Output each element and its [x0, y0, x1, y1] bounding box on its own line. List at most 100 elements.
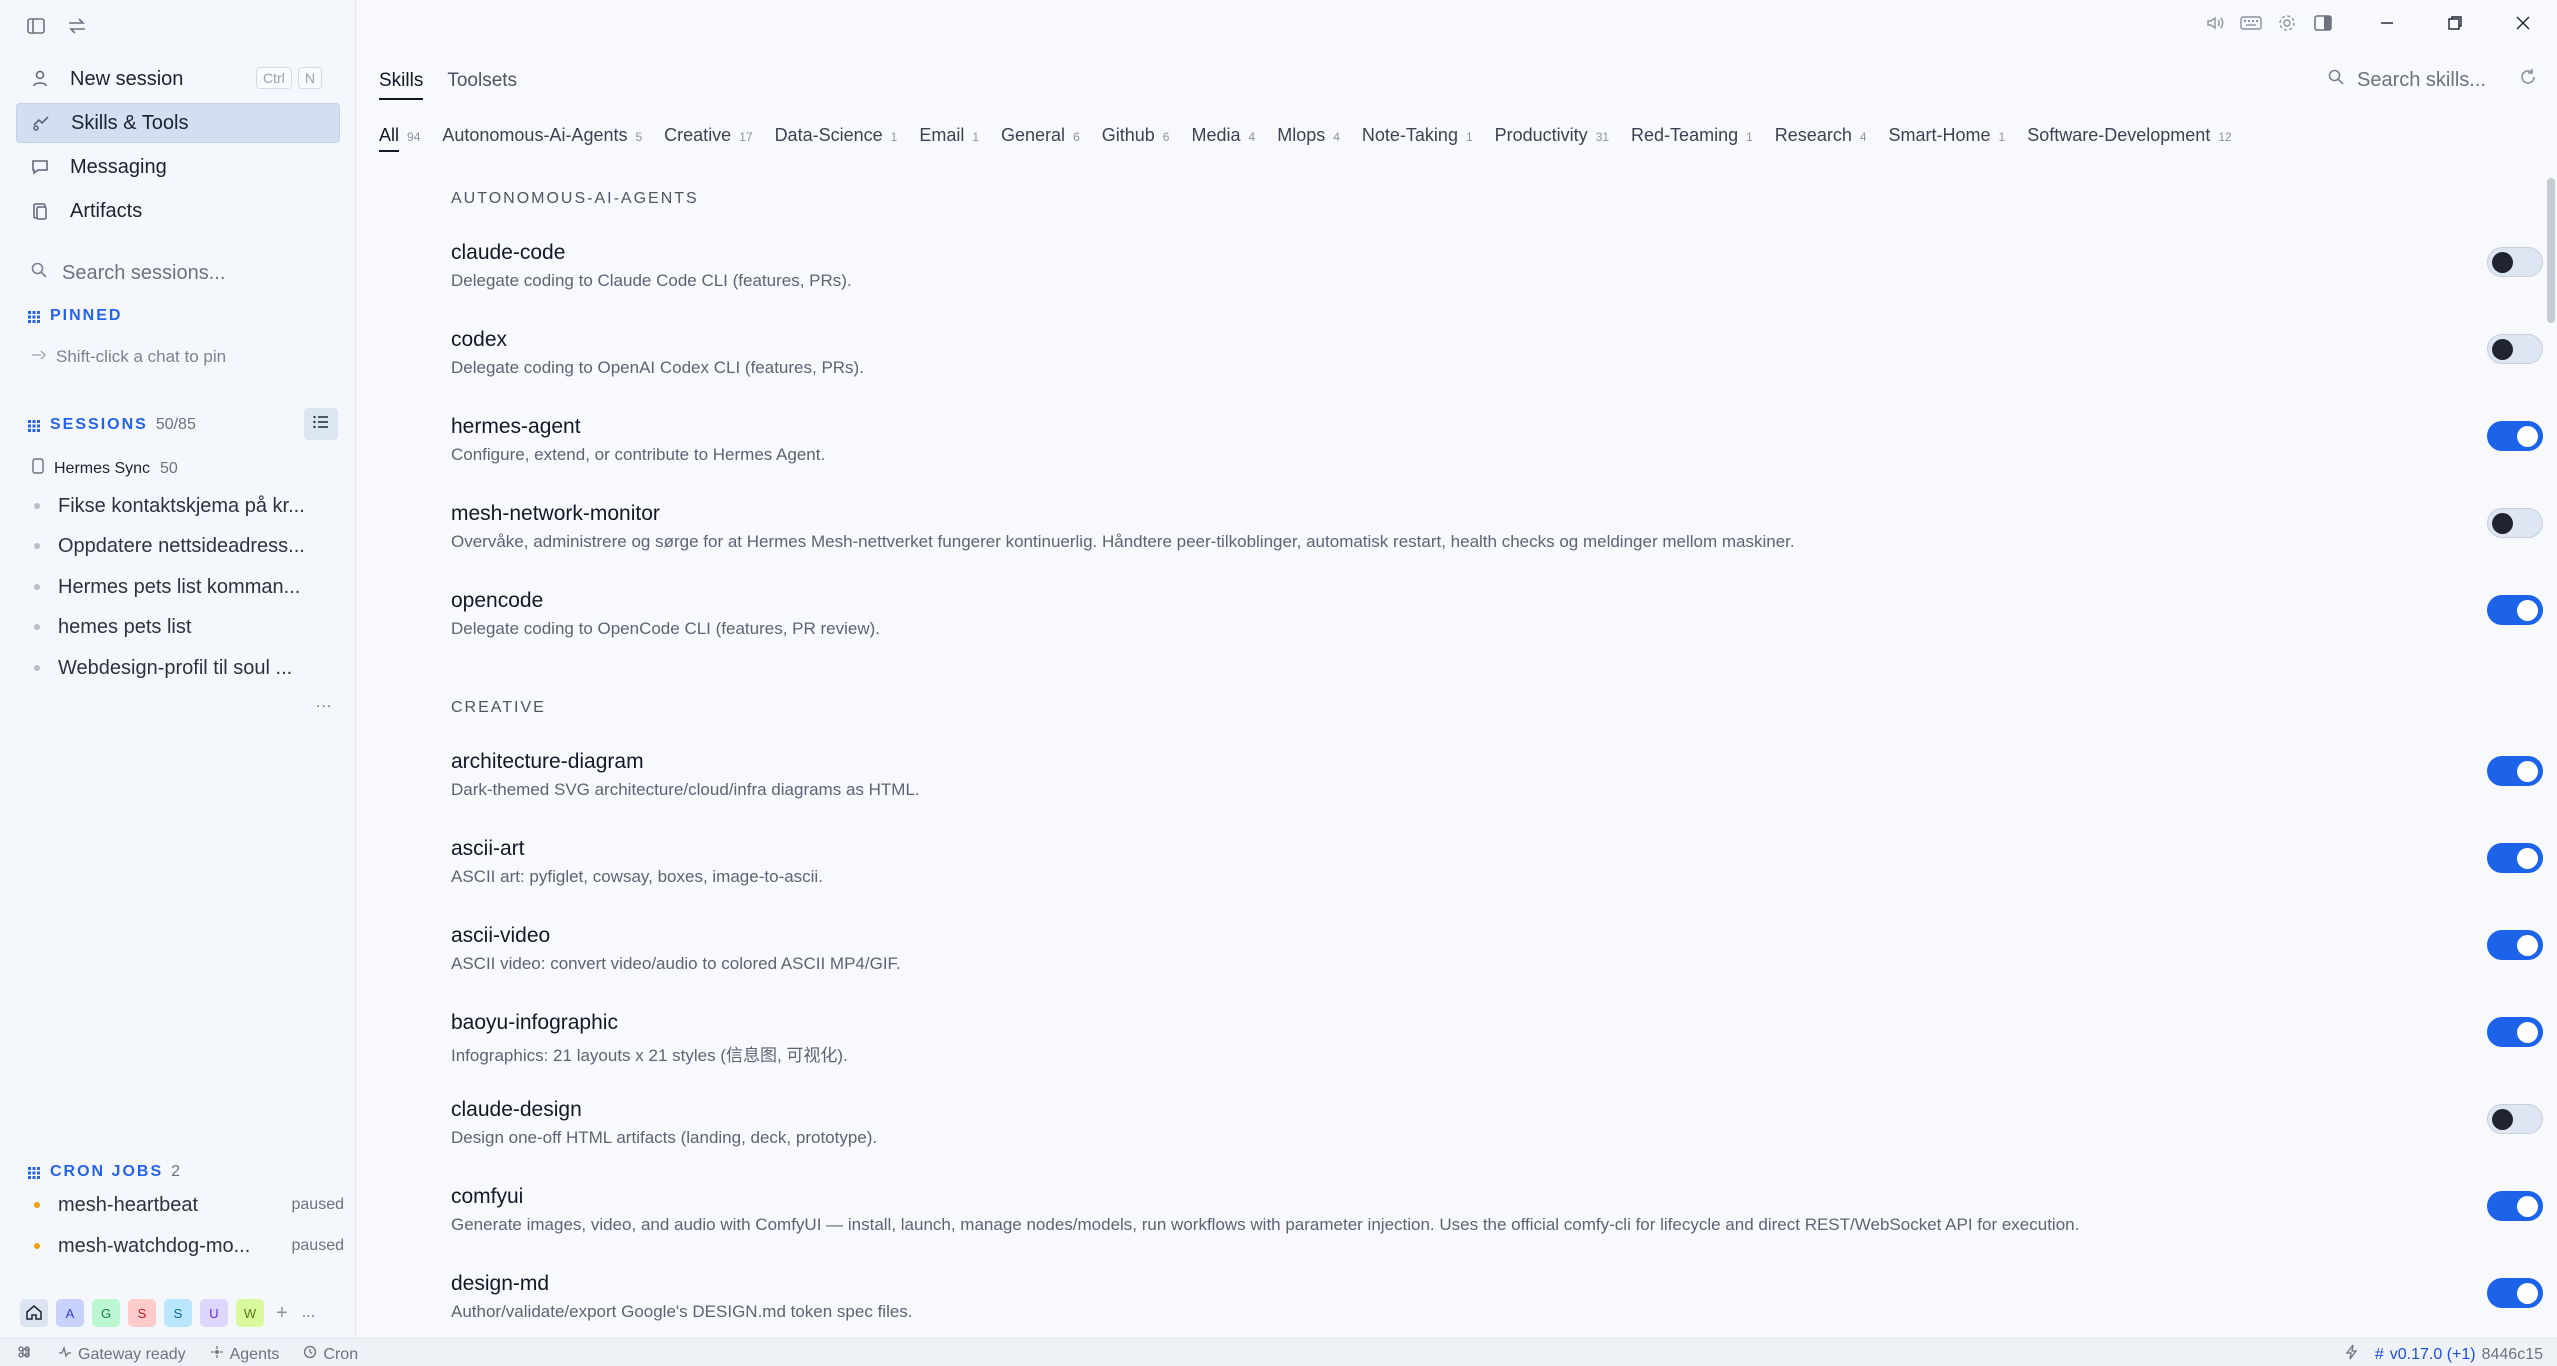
nav-skills-tools[interactable]: Skills & Tools — [16, 103, 340, 143]
skill-toggle[interactable] — [2487, 595, 2543, 625]
pinned-title: PINNED — [50, 307, 123, 324]
skill-toggle[interactable] — [2487, 1278, 2543, 1308]
skill-toggle[interactable] — [2487, 1104, 2543, 1134]
toggle-knob — [2517, 848, 2538, 869]
skill-toggle[interactable] — [2487, 843, 2543, 873]
profile-chip-s2[interactable]: S — [164, 1299, 192, 1327]
toggle-sidebar-icon[interactable] — [26, 16, 46, 36]
cron-job-name: mesh-watchdog-mo... — [58, 1234, 251, 1257]
skill-description: Delegate coding to OpenAI Codex CLI (fea… — [451, 358, 864, 377]
swap-icon[interactable] — [66, 16, 88, 36]
filter-general[interactable]: General 6 — [1001, 125, 1080, 146]
filter-data-science[interactable]: Data-Science 1 — [775, 125, 898, 146]
session-item[interactable]: Fikse kontaktskjema på kr... — [34, 491, 304, 521]
skill-row[interactable]: mesh-network-monitor Overvåke, administre… — [451, 502, 2543, 572]
add-profile-button[interactable]: + — [276, 1302, 288, 1325]
settings-button[interactable] — [2269, 8, 2305, 42]
search-skills-input[interactable] — [2357, 68, 2507, 92]
agents-status[interactable]: Agents — [210, 1345, 279, 1364]
list-view-button[interactable] — [304, 408, 338, 440]
tab-toolsets[interactable]: Toolsets — [447, 70, 517, 100]
skill-toggle[interactable] — [2487, 1017, 2543, 1047]
filter-note-taking[interactable]: Note-Taking 1 — [1362, 125, 1473, 146]
filter-red-teaming[interactable]: Red-Teaming 1 — [1631, 125, 1753, 146]
profile-chip-g[interactable]: G — [92, 1299, 120, 1327]
skill-row[interactable]: hermes-agent Configure, extend, or contri… — [451, 415, 2543, 485]
cron-job-item[interactable]: mesh-heartbeat paused — [34, 1190, 344, 1220]
skill-toggle[interactable] — [2487, 508, 2543, 538]
tab-skills[interactable]: Skills — [379, 70, 424, 100]
filter-smart-home[interactable]: Smart-Home 1 — [1889, 125, 2006, 146]
filter-autonomous-ai-agents[interactable]: Autonomous-Ai-Agents 5 — [442, 125, 642, 146]
profile-chip-a[interactable]: A — [56, 1299, 84, 1327]
filter-email[interactable]: Email 1 — [919, 125, 979, 146]
skill-description: Delegate coding to OpenCode CLI (feature… — [451, 619, 881, 638]
skill-toggle[interactable] — [2487, 1191, 2543, 1221]
home-profile-button[interactable] — [20, 1299, 48, 1327]
session-title: Oppdatere nettsideadress... — [58, 534, 304, 557]
session-item[interactable]: Oppdatere nettsideadress... — [34, 531, 304, 561]
filter-media[interactable]: Media 4 — [1191, 125, 1255, 146]
gateway-status[interactable]: Gateway ready — [58, 1345, 186, 1364]
skill-row[interactable]: opencode Delegate coding to OpenCode CLI … — [451, 589, 2543, 659]
skill-row[interactable]: ascii-art ASCII art: pyfiglet, cowsay, bo… — [451, 837, 2543, 907]
profile-chip-w[interactable]: W — [236, 1299, 264, 1327]
volume-icon — [2205, 14, 2225, 37]
session-item[interactable]: Hermes pets list komman... — [34, 572, 304, 602]
skill-name: codex — [451, 328, 508, 351]
cron-status[interactable]: Cron — [303, 1345, 358, 1364]
skill-row[interactable]: architecture-diagram Dark-themed SVG arch… — [451, 750, 2543, 820]
refresh-icon[interactable] — [2519, 68, 2537, 92]
filter-creative[interactable]: Creative 17 — [664, 125, 752, 146]
cron-status-dot — [34, 1243, 40, 1249]
skill-row[interactable]: claude-design Design one-off HTML artifac… — [451, 1098, 2543, 1168]
nav-artifacts[interactable]: Artifacts — [16, 191, 340, 231]
skill-row[interactable]: comfyui Generate images, video, and audio… — [451, 1185, 2543, 1255]
filter-productivity[interactable]: Productivity 31 — [1495, 125, 1609, 146]
keyboard-button[interactable] — [2233, 8, 2269, 42]
profile-more-button[interactable]: ... — [302, 1304, 315, 1322]
skill-toggle[interactable] — [2487, 930, 2543, 960]
session-item[interactable]: hemes pets list — [34, 612, 304, 642]
session-group[interactable]: Hermes Sync 50 — [32, 458, 178, 479]
skill-row[interactable]: baoyu-infographic Infographics: 21 layout… — [451, 1011, 2543, 1081]
session-dot — [34, 584, 40, 590]
cron-header: CRON JOBS 2 — [28, 1163, 180, 1181]
command-icon[interactable] — [18, 1344, 34, 1365]
filter-software-development[interactable]: Software-Development 12 — [2027, 125, 2231, 146]
version-info[interactable]: # v0.17.0 (+1) 8446c15 — [2375, 1346, 2543, 1364]
skill-row[interactable]: codex Delegate coding to OpenAI Codex CLI… — [451, 328, 2543, 398]
more-sessions-button[interactable]: ... — [316, 694, 332, 712]
search-sessions-input[interactable] — [62, 261, 322, 285]
cron-job-item[interactable]: mesh-watchdog-mo... paused — [34, 1231, 344, 1261]
bolt-icon[interactable] — [2345, 1344, 2359, 1365]
filter-all[interactable]: All 94 — [379, 125, 420, 152]
minimize-button[interactable] — [2353, 8, 2421, 42]
close-button[interactable] — [2489, 8, 2557, 42]
filter-count: 1 — [1998, 130, 2006, 144]
profile-chip-u[interactable]: U — [200, 1299, 228, 1327]
skill-row[interactable]: claude-code Delegate coding to Claude Cod… — [451, 241, 2543, 311]
nav-messaging[interactable]: Messaging — [16, 147, 340, 187]
pin-hint-text: Shift-click a chat to pin — [56, 347, 227, 366]
filter-count: 4 — [1248, 130, 1256, 144]
skill-row[interactable]: design-md Author/validate/export Google's… — [451, 1272, 2543, 1342]
filter-label: Research — [1774, 125, 1852, 145]
skill-row[interactable]: ascii-video ASCII video: convert video/au… — [451, 924, 2543, 994]
commit-hash: 8446c15 — [2481, 1345, 2543, 1363]
skill-toggle[interactable] — [2487, 334, 2543, 364]
restore-button[interactable] — [2421, 8, 2489, 42]
skill-toggle[interactable] — [2487, 756, 2543, 786]
filter-github[interactable]: Github 6 — [1102, 125, 1170, 146]
panel-toggle-button[interactable] — [2305, 8, 2341, 42]
filter-count: 1 — [1746, 130, 1753, 144]
volume-button[interactable] — [2197, 8, 2233, 42]
skill-toggle[interactable] — [2487, 421, 2543, 451]
session-title: hemes pets list — [58, 615, 192, 638]
filter-mlops[interactable]: Mlops 4 — [1277, 125, 1340, 146]
scrollbar[interactable] — [2547, 178, 2555, 323]
profile-chip-s[interactable]: S — [128, 1299, 156, 1327]
session-item[interactable]: Webdesign-profil til soul ... — [34, 653, 304, 683]
filter-research[interactable]: Research 4 — [1775, 125, 1867, 146]
skill-toggle[interactable] — [2487, 247, 2543, 277]
